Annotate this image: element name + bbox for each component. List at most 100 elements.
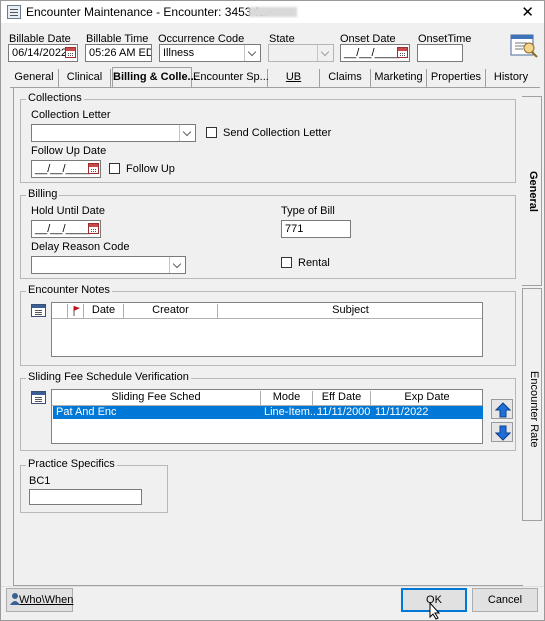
state-select (268, 44, 334, 62)
arrow-down-icon (495, 425, 511, 441)
flag-icon (68, 304, 84, 318)
tab-history[interactable]: History (486, 69, 536, 87)
chevron-down-icon[interactable] (169, 257, 185, 273)
row-mode: Line-Item... (264, 406, 320, 418)
tab-ub-label: UB (285, 71, 302, 83)
delay-reason-code-label: Delay Reason Code (31, 241, 130, 253)
cancel-label: Cancel (487, 594, 523, 606)
tab-properties[interactable]: Properties (427, 69, 486, 87)
encounter-notes-title: Encounter Notes (26, 284, 112, 296)
chevron-down-icon[interactable] (244, 45, 260, 61)
tab-general-label: General (14, 71, 54, 83)
follow-up-date-value: __/__/____ (35, 163, 91, 175)
sliding-fee-grid[interactable]: Sliding Fee Sched Mode Eff Date Exp Date… (51, 389, 483, 444)
tab-clinical[interactable]: Clinical (59, 69, 111, 87)
calendar-icon[interactable] (88, 223, 99, 234)
redacted-patient-name (249, 7, 297, 17)
app-icon (7, 5, 21, 19)
col-sliding-fee-sched[interactable]: Sliding Fee Sched (52, 391, 261, 405)
onset-time-field[interactable] (417, 44, 463, 62)
hold-until-date-field[interactable]: __/__/____ (31, 220, 101, 238)
onset-date-field[interactable]: __/__/____ (340, 44, 410, 62)
mouse-cursor-icon (429, 602, 441, 620)
type-of-bill-label: Type of Bill (281, 205, 335, 217)
bc1-label: BC1 (29, 475, 51, 487)
notes-col-date[interactable]: Date (84, 304, 124, 318)
who-when-label: Who\When (19, 594, 74, 606)
window-title: Encounter Maintenance - Encounter: 3453 … (26, 5, 277, 19)
chevron-down-icon (317, 45, 333, 61)
follow-up-date-field[interactable]: __/__/____ (31, 160, 101, 178)
tab-billing-collections[interactable]: Billing & Colle... (112, 67, 197, 88)
rental-checkbox[interactable] (281, 257, 292, 268)
onset-date-value: __/__/____ (344, 47, 400, 59)
col-eff-date[interactable]: Eff Date (313, 391, 371, 405)
hold-until-date-value: __/__/____ (35, 223, 91, 235)
tab-properties-label: Properties (430, 71, 482, 83)
close-icon[interactable]: ✕ (521, 3, 534, 21)
tab-encounter-specific[interactable]: Encounter Sp... (193, 69, 269, 87)
bc1-field[interactable] (29, 489, 142, 505)
tab-claims[interactable]: Claims (320, 69, 371, 87)
tab-clinical-label: Clinical (66, 71, 103, 83)
row-sched: Pat And Enc (56, 406, 117, 418)
collection-letter-label: Collection Letter (31, 109, 111, 121)
side-tab-encounter-rate[interactable]: Encounter Rate (522, 288, 542, 521)
move-up-button[interactable] (491, 399, 513, 419)
tab-claims-label: Claims (328, 71, 362, 83)
table-row[interactable]: Pat And Enc Line-Item... 11/11/2000 11/1… (53, 406, 483, 419)
type-of-bill-field[interactable]: 771 (281, 220, 351, 238)
cancel-button[interactable]: Cancel (472, 588, 538, 612)
send-collection-letter-checkbox[interactable] (206, 127, 217, 138)
tab-billing-label: Billing & Colle... (113, 71, 197, 83)
footer-divider (1, 586, 544, 587)
billable-date-field[interactable]: 06/14/2022 (8, 44, 78, 62)
collections-title: Collections (26, 92, 84, 104)
side-tab-general-label: General (527, 171, 539, 212)
row-eff-date: 11/11/2000 (317, 406, 371, 418)
occurrence-code-select[interactable]: Illness (159, 44, 261, 62)
side-tab-encounter-rate-label: Encounter Rate (528, 370, 540, 447)
move-down-button[interactable] (491, 422, 513, 442)
notes-col-creator[interactable]: Creator (124, 304, 218, 318)
calendar-icon[interactable] (88, 163, 99, 174)
occurrence-code-value: Illness (163, 47, 195, 59)
type-of-bill-value: 771 (285, 223, 304, 235)
tab-history-label: History (493, 71, 529, 83)
side-tab-general[interactable]: General (522, 96, 542, 286)
clinical-reference-icon[interactable] (509, 31, 539, 59)
who-when-button[interactable]: Who\When (6, 588, 73, 612)
tab-general[interactable]: General (10, 69, 59, 87)
billable-time-value: 05:26 AM EDT (89, 47, 151, 59)
billing-title: Billing (26, 188, 60, 200)
user-icon (10, 593, 20, 605)
follow-up-checkbox[interactable] (109, 163, 120, 174)
sliding-fee-title: Sliding Fee Schedule Verification (26, 371, 191, 383)
follow-up-label: Follow Up (126, 163, 175, 175)
tab-marketing[interactable]: Marketing (371, 69, 427, 87)
collections-group: Collections Collection Letter Send Colle… (20, 92, 516, 183)
sliding-fee-list-icon[interactable] (31, 391, 46, 404)
encounter-notes-grid[interactable]: Date Creator Subject (51, 302, 483, 357)
col-exp-date[interactable]: Exp Date (371, 391, 483, 405)
sliding-fee-grid-header: Sliding Fee Sched Mode Eff Date Exp Date (52, 390, 482, 406)
calendar-icon[interactable] (397, 47, 408, 58)
rental-label: Rental (298, 257, 330, 269)
billable-time-field[interactable]: 05:26 AM EDT (85, 44, 152, 62)
row-exp-date: 11/11/2022 (375, 406, 429, 418)
notes-col-subject[interactable]: Subject (218, 304, 483, 318)
practice-specifics-title: Practice Specifics (26, 458, 117, 470)
calendar-icon[interactable] (65, 47, 76, 58)
chevron-down-icon[interactable] (179, 125, 195, 141)
notes-list-icon[interactable] (31, 304, 46, 317)
tab-ub[interactable]: UB (268, 69, 320, 87)
col-mode[interactable]: Mode (261, 391, 313, 405)
encounter-maintenance-window: Encounter Maintenance - Encounter: 3453 … (0, 0, 545, 621)
follow-up-date-label: Follow Up Date (31, 145, 107, 157)
practice-specifics-group: Practice Specifics BC1 (20, 458, 168, 513)
notes-grid-header: Date Creator Subject (52, 303, 482, 319)
tab-marketing-label: Marketing (374, 71, 423, 83)
title-bar: Encounter Maintenance - Encounter: 3453 … (1, 1, 544, 23)
delay-reason-code-select[interactable] (31, 256, 186, 274)
collection-letter-select[interactable] (31, 124, 196, 142)
